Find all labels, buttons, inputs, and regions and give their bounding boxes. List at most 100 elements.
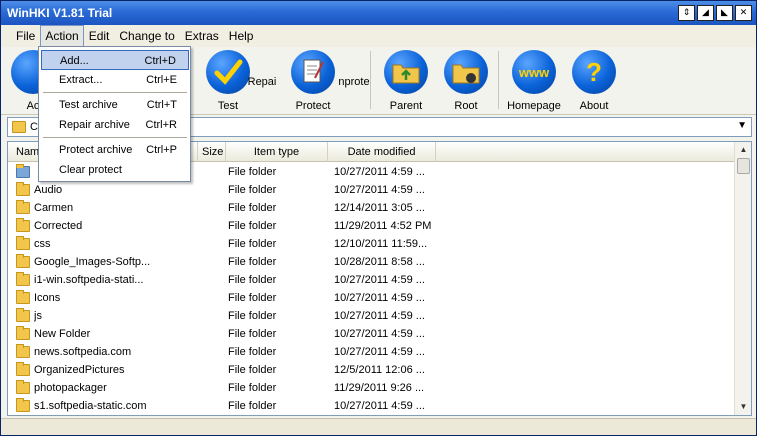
menu-add[interactable]: Add... Ctrl+D [41, 50, 189, 70]
table-row[interactable]: Google_Images-Softp... File folder 10/28/2… [8, 253, 734, 271]
minimize-icon[interactable]: ◢ [697, 5, 714, 21]
checkmark-icon [206, 50, 250, 94]
table-row[interactable]: i1-win.softpedia-stati... File folder 10/2… [8, 271, 734, 289]
row-name: css [34, 238, 51, 250]
folder-icon [16, 326, 30, 340]
row-type: File folder [228, 220, 277, 232]
unprotect-button[interactable]: nprote [337, 50, 371, 112]
scroll-thumb[interactable] [737, 158, 750, 174]
row-type: File folder [228, 202, 277, 214]
status-bar [1, 418, 756, 435]
table-row[interactable]: s1.softpedia-static.com File folder 10/27/… [8, 397, 734, 415]
row-date: 10/27/2011 4:59 ... [334, 400, 425, 412]
table-row[interactable]: New Folder File folder 10/27/2011 4:59 ... [8, 325, 734, 343]
row-date: 12/10/2011 11:59... [334, 238, 428, 250]
row-name: Audio [34, 184, 63, 196]
row-date: 12/14/2011 3:05 ... [334, 202, 425, 214]
scroll-up-icon[interactable]: ▲ [736, 143, 751, 157]
menu-help[interactable]: Help [224, 25, 259, 47]
parent-button[interactable]: Parent [374, 50, 438, 112]
row-date: 11/29/2011 9:26 ... [334, 382, 425, 394]
toolbar-separator [498, 51, 499, 109]
protect-label: Protect [295, 100, 331, 112]
row-type: File folder [228, 274, 277, 286]
row-name: Corrected [34, 220, 83, 232]
folder-icon [16, 344, 30, 358]
menu-separator [43, 92, 187, 93]
menu-extras[interactable]: Extras [180, 25, 224, 47]
table-row[interactable]: Icons File folder 10/27/2011 4:59 ... [8, 289, 734, 307]
folder-icon [16, 236, 30, 250]
close-icon[interactable]: ✕ [735, 5, 752, 21]
row-name: Carmen [34, 202, 74, 214]
row-date: 10/27/2011 4:59 ... [334, 328, 425, 340]
menu-action[interactable]: Action [40, 25, 84, 47]
table-row[interactable]: photopackager File folder 11/29/2011 9:26 … [8, 379, 734, 397]
window-controls: ⇕ ◢ ◣ ✕ [678, 5, 752, 21]
homepage-button[interactable]: www Homepage [502, 50, 566, 112]
action-menu: Add... Ctrl+D Extract... Ctrl+E Test arc… [38, 46, 191, 182]
row-type: File folder [228, 346, 277, 358]
menu-separator [43, 137, 187, 138]
table-row[interactable]: css File folder 12/10/2011 11:59... [8, 235, 734, 253]
row-type: File folder [228, 166, 277, 178]
toolbar-separator [370, 51, 371, 109]
row-type: File folder [228, 292, 277, 304]
folder-icon [16, 380, 30, 394]
menu-clear-protect[interactable]: Clear protect [41, 160, 189, 180]
window-title: WinHKI V1.81 Trial [7, 6, 113, 20]
dropdown-arrow-icon[interactable]: ▼ [737, 120, 747, 131]
maximize-icon[interactable]: ◣ [716, 5, 733, 21]
help-icon: ? [572, 50, 616, 94]
folder-icon [16, 290, 30, 304]
table-row[interactable]: news.softpedia.com File folder 10/27/2011 … [8, 343, 734, 361]
row-type: File folder [228, 382, 277, 394]
protect-button[interactable]: Protect [281, 50, 345, 112]
scroll-down-icon[interactable]: ▼ [736, 400, 751, 414]
vertical-scrollbar[interactable]: ▲ ▼ [734, 142, 751, 415]
globe-icon: www [512, 50, 556, 94]
row-date: 10/27/2011 4:59 ... [334, 310, 425, 322]
row-type: File folder [228, 184, 277, 196]
table-row[interactable]: Audio File folder 10/27/2011 4:59 ... [8, 181, 734, 199]
row-name: s1.softpedia-static.com [34, 400, 147, 412]
menu-protect-archive[interactable]: Protect archive Ctrl+P [41, 140, 189, 160]
row-type: File folder [228, 256, 277, 268]
menu-change-to[interactable]: Change to [114, 25, 179, 47]
menu-bar: File Action Edit Change to Extras Help [1, 25, 756, 47]
menu-test-archive[interactable]: Test archive Ctrl+T [41, 95, 189, 115]
menu-extract[interactable]: Extract... Ctrl+E [41, 70, 189, 90]
row-date: 10/28/2011 8:58 ... [334, 256, 425, 268]
repair-button[interactable]: Repai [247, 50, 277, 112]
row-type: File folder [228, 310, 277, 322]
row-date: 10/27/2011 4:59 ... [334, 346, 425, 358]
row-name: Google_Images-Softp... [34, 256, 151, 268]
row-name: news.softpedia.com [34, 346, 132, 358]
title-bar[interactable]: WinHKI V1.81 Trial ⇕ ◢ ◣ ✕ [1, 1, 756, 25]
folder-icon [16, 362, 30, 376]
folder-icon [16, 200, 30, 214]
menu-file[interactable]: File [11, 25, 40, 47]
row-name: OrganizedPictures [34, 364, 125, 376]
file-list[interactable]: Nam Size Item type Date modified File fo… [7, 141, 752, 416]
row-name: New Folder [34, 328, 91, 340]
list-rows: File folder 10/27/2011 4:59 ... Audio File … [8, 163, 734, 415]
folder-icon [16, 254, 30, 268]
table-row[interactable]: OrganizedPictures File folder 12/5/2011 12… [8, 361, 734, 379]
about-button[interactable]: ? About [562, 50, 626, 112]
resize-icon[interactable]: ⇕ [678, 5, 695, 21]
column-type[interactable]: Item type [226, 142, 328, 162]
row-type: File folder [228, 400, 277, 412]
table-row[interactable]: Corrected File folder 11/29/2011 4:52 PM [8, 217, 734, 235]
column-size[interactable]: Size [198, 142, 226, 162]
column-date[interactable]: Date modified [328, 142, 436, 162]
root-label: Root [454, 100, 478, 112]
menu-repair-archive[interactable]: Repair archive Ctrl+R [41, 115, 189, 135]
table-row[interactable]: js File folder 10/27/2011 4:59 ... [8, 307, 734, 325]
root-button[interactable]: Root [434, 50, 498, 112]
row-date: 10/27/2011 4:59 ... [334, 274, 425, 286]
menu-edit[interactable]: Edit [84, 25, 115, 47]
folder-up-icon [384, 50, 428, 94]
table-row[interactable]: Carmen File folder 12/14/2011 3:05 ... [8, 199, 734, 217]
row-name: photopackager [34, 382, 107, 394]
